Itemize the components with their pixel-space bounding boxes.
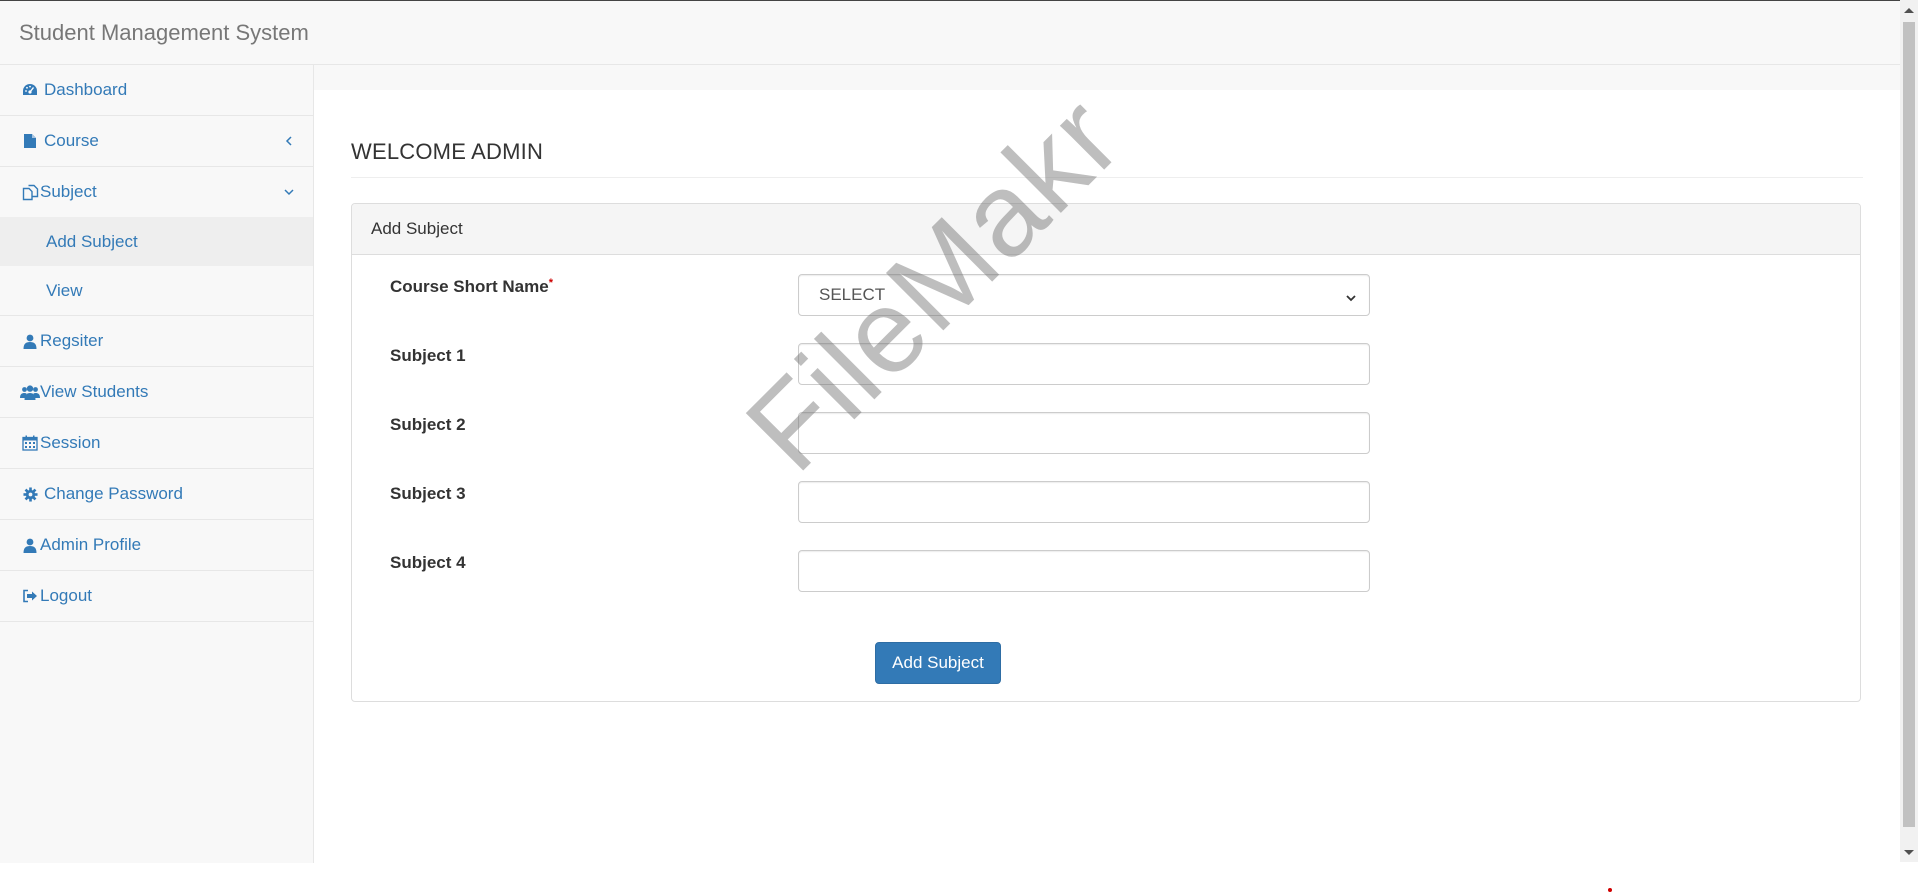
course-row: Course Short Name* SELECT: [352, 274, 1860, 318]
sidebar-item-change-password[interactable]: Change Password: [0, 469, 313, 520]
sidebar-item-logout[interactable]: Logout: [0, 571, 313, 622]
course-short-name-label: Course Short Name*: [390, 277, 553, 297]
gear-icon: [20, 484, 40, 504]
page-wrapper: WELCOME ADMIN Add Subject Course Short N…: [314, 90, 1900, 863]
sidebar-subitem-add-subject[interactable]: Add Subject: [0, 217, 313, 266]
sidebar-item-label: Course: [44, 131, 99, 150]
subject-group: Subject Add Subject View: [0, 167, 313, 316]
brand-title[interactable]: Student Management System: [19, 20, 309, 46]
sidebar-item-label: View Students: [40, 382, 149, 401]
scroll-thumb[interactable]: [1903, 22, 1915, 827]
scroll-up-arrow-icon[interactable]: [1904, 8, 1914, 13]
app-window: Student Management System Dashboard Cour…: [0, 0, 1900, 863]
subject-4-label: Subject 4: [390, 553, 466, 572]
dashboard-icon: [20, 80, 40, 100]
add-subject-panel: Add Subject Course Short Name* SELECT Su…: [351, 203, 1861, 702]
subject-2-label: Subject 2: [390, 415, 466, 434]
sidebar-item-label: Session: [40, 433, 101, 452]
sidebar-item-view-students[interactable]: View Students: [0, 367, 313, 418]
sidebar-subitem-label: Add Subject: [46, 231, 138, 251]
chevron-down-icon: [1345, 289, 1357, 302]
sidebar-item-subject[interactable]: Subject: [0, 167, 313, 217]
file-icon: [20, 131, 40, 151]
subject-2-row: Subject 2: [352, 412, 1860, 456]
sidebar-item-label: Logout: [40, 586, 92, 605]
chevron-left-icon[interactable]: [283, 135, 295, 147]
sidebar-item-dashboard[interactable]: Dashboard: [0, 65, 313, 116]
subject-3-row: Subject 3: [352, 481, 1860, 525]
required-mark: *: [548, 277, 553, 289]
add-subject-button[interactable]: Add Subject: [875, 642, 1001, 684]
sidebar-item-label: Regsiter: [40, 331, 104, 350]
subject-1-row: Subject 1: [352, 343, 1860, 387]
sign-out-icon: [20, 586, 40, 606]
subject-4-input[interactable]: [798, 550, 1370, 592]
sidebar-item-label: Dashboard: [44, 80, 128, 99]
cursor-dot: [1608, 888, 1612, 892]
user-icon: [20, 331, 40, 351]
users-icon: [20, 382, 40, 402]
subject-2-input[interactable]: [798, 412, 1370, 454]
sidebar-subitem-view[interactable]: View: [0, 266, 313, 315]
sidebar-item-label: Admin Profile: [40, 535, 142, 554]
sidebar-item-label: Change Password: [44, 484, 183, 503]
sidebar-item-label: Subject: [40, 182, 97, 201]
subject-3-input[interactable]: [798, 481, 1370, 523]
vertical-scrollbar[interactable]: [1900, 0, 1918, 862]
sidebar-item-session[interactable]: Session: [0, 418, 313, 469]
sidebar-item-admin-profile[interactable]: Admin Profile: [0, 520, 313, 571]
sidebar-subitem-label: View: [46, 280, 83, 300]
user-icon: [20, 535, 40, 555]
subject-1-label: Subject 1: [390, 346, 466, 365]
top-navbar: Student Management System: [0, 1, 1900, 65]
scroll-down-arrow-icon[interactable]: [1904, 850, 1914, 855]
course-select-value: SELECT: [819, 285, 886, 304]
subject-3-label: Subject 3: [390, 484, 466, 503]
course-select[interactable]: SELECT: [798, 274, 1370, 316]
copy-icon: [20, 182, 40, 202]
subject-1-input[interactable]: [798, 343, 1370, 385]
sidebar-item-register[interactable]: Regsiter: [0, 316, 313, 367]
sidebar-item-course[interactable]: Course: [0, 116, 313, 167]
subject-4-row: Subject 4: [352, 550, 1860, 594]
panel-heading: Add Subject: [352, 204, 1860, 255]
chevron-down-icon[interactable]: [283, 186, 295, 198]
course-short-name-label-text: Course Short Name: [390, 277, 549, 296]
page-title: WELCOME ADMIN: [351, 139, 1863, 178]
sidebar: Dashboard Course Subject Add Subject Vie…: [0, 65, 314, 863]
calendar-icon: [20, 433, 40, 453]
